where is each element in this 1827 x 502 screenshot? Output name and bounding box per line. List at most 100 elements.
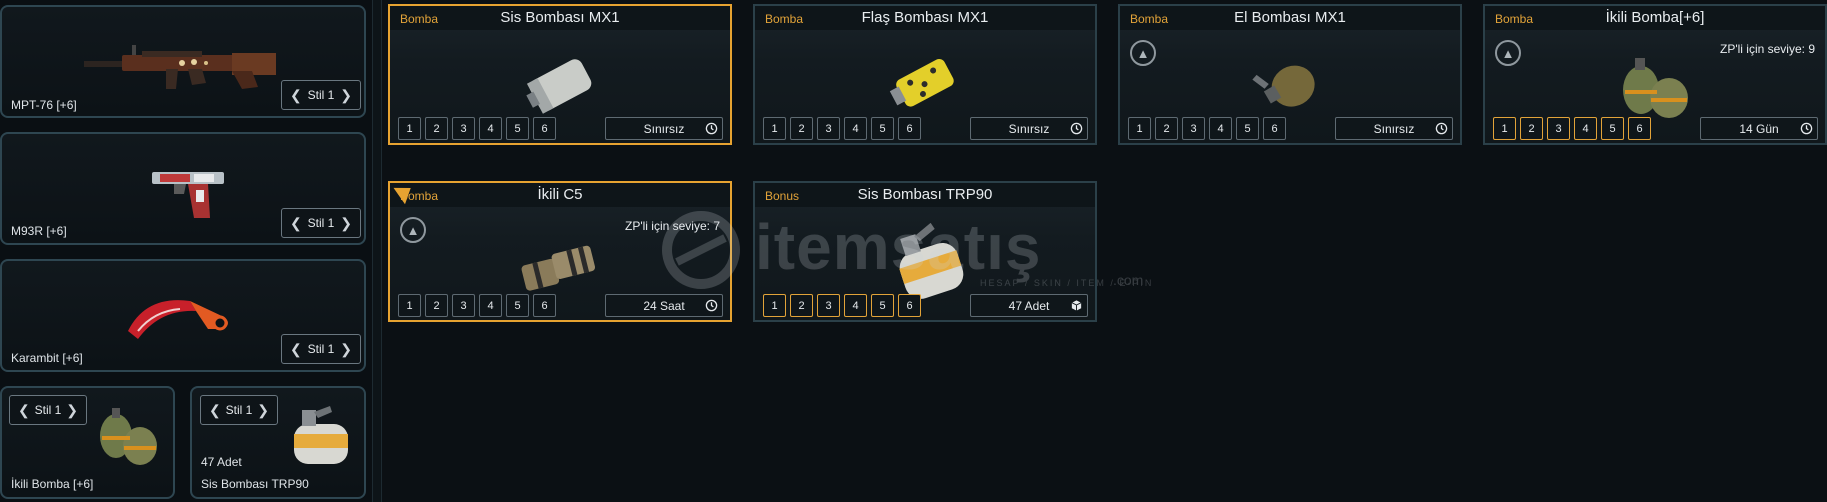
knife-icon <box>128 300 228 339</box>
frag-grenade-icon <box>1252 65 1315 107</box>
level-row: 1 2 3 4 5 6 <box>1128 117 1286 140</box>
level-button[interactable]: 2 <box>1520 117 1543 140</box>
level-button[interactable]: 2 <box>425 294 448 317</box>
level-button[interactable]: 1 <box>763 117 786 140</box>
upgrade-arrow-icon[interactable]: ▲ <box>400 217 426 243</box>
level-button[interactable]: 5 <box>871 117 894 140</box>
slot-label: Sis Bombası TRP90 <box>201 477 309 491</box>
level-button[interactable]: 6 <box>1263 117 1286 140</box>
item-card[interactable]: Bomba El Bombası MX1 ▲ 1 2 3 4 5 6 Sınır… <box>1118 4 1462 145</box>
level-button[interactable]: 4 <box>479 294 502 317</box>
item-count: 47 Adet <box>201 455 242 469</box>
card-title: Sis Bombası MX1 <box>500 9 620 26</box>
panel-divider <box>372 0 382 502</box>
item-card[interactable]: Bomba Flaş Bombası MX1 1 2 3 4 5 6 Sınır… <box>753 4 1097 145</box>
level-button[interactable]: 2 <box>1155 117 1178 140</box>
duration-box[interactable]: Sınırsız <box>1335 117 1453 140</box>
duration-box[interactable]: Sınırsız <box>605 117 723 140</box>
clock-icon <box>1070 122 1083 135</box>
chevron-right-icon[interactable]: ❯ <box>340 87 352 104</box>
slot-label: Karambit [+6] <box>11 351 83 365</box>
level-button[interactable]: 2 <box>790 117 813 140</box>
twin-grenade-icon <box>1623 58 1688 118</box>
level-row: 1 2 3 4 5 6 <box>763 117 921 140</box>
level-button[interactable]: 3 <box>452 294 475 317</box>
loadout-slot-melee[interactable]: Karambit [+6] ❮ Stil 1 ❯ <box>0 259 366 372</box>
slot-label: MPT-76 [+6] <box>11 98 77 112</box>
level-button[interactable]: 3 <box>1182 117 1205 140</box>
upgrade-arrow-icon[interactable]: ▲ <box>1495 40 1521 66</box>
level-button[interactable]: 1 <box>398 294 421 317</box>
level-button[interactable]: 4 <box>844 294 867 317</box>
level-button[interactable]: 2 <box>790 294 813 317</box>
level-button[interactable]: 4 <box>1209 117 1232 140</box>
chevron-left-icon[interactable]: ❮ <box>209 402 221 419</box>
loadout-panel: MPT-76 [+6] ❮ Stil 1 ❯ M93R [+6] ❮ Stil … <box>0 0 372 502</box>
card-title: Sis Bombası TRP90 <box>857 186 993 203</box>
quantity-label: 47 Adet <box>1008 298 1050 313</box>
level-button[interactable]: 5 <box>1236 117 1259 140</box>
level-button[interactable]: 3 <box>817 117 840 140</box>
style-selector[interactable]: ❮ Stil 1 ❯ <box>9 395 87 425</box>
duration-box[interactable]: 24 Saat <box>605 294 723 317</box>
loadout-slot-grenade[interactable]: ❮ Stil 1 ❯ İkili Bomba [+6] <box>0 386 175 499</box>
level-button[interactable]: 4 <box>844 117 867 140</box>
loadout-slot-secondary[interactable]: M93R [+6] ❮ Stil 1 ❯ <box>0 132 366 245</box>
style-selector[interactable]: ❮ Stil 1 ❯ <box>281 80 361 110</box>
duration-box[interactable]: 14 Gün <box>1700 117 1818 140</box>
card-title: İkili C5 <box>537 186 583 203</box>
chevron-right-icon[interactable]: ❯ <box>340 341 352 358</box>
chevron-left-icon[interactable]: ❮ <box>18 402 30 419</box>
chevron-left-icon[interactable]: ❮ <box>290 341 302 358</box>
level-button[interactable]: 1 <box>398 117 421 140</box>
upgrade-arrow-icon[interactable]: ▲ <box>1130 40 1156 66</box>
level-row: 1 2 3 4 5 6 <box>763 294 921 317</box>
style-selector[interactable]: ❮ Stil 1 ❯ <box>200 395 278 425</box>
level-button[interactable]: 5 <box>506 294 529 317</box>
level-button[interactable]: 5 <box>871 294 894 317</box>
smoke-grenade-icon <box>899 223 964 299</box>
style-label: Stil 1 <box>307 88 335 102</box>
level-button[interactable]: 6 <box>533 294 556 317</box>
level-button[interactable]: 1 <box>1128 117 1151 140</box>
level-button[interactable]: 6 <box>1628 117 1651 140</box>
level-button[interactable]: 6 <box>533 117 556 140</box>
chevron-right-icon[interactable]: ❯ <box>340 215 352 232</box>
duration-box[interactable]: Sınırsız <box>970 117 1088 140</box>
item-card[interactable]: Bomba Sis Bombası MX1 1 2 3 4 5 6 Sınırs… <box>388 4 732 145</box>
level-button[interactable]: 4 <box>479 117 502 140</box>
clock-icon <box>1435 122 1448 135</box>
loadout-slot-primary[interactable]: MPT-76 [+6] ❮ Stil 1 ❯ <box>0 5 366 118</box>
level-button[interactable]: 6 <box>898 117 921 140</box>
item-card[interactable]: Bonus Sis Bombası TRP90 1 2 3 4 5 6 47 A… <box>753 181 1097 322</box>
level-button[interactable]: 3 <box>1547 117 1570 140</box>
level-button[interactable]: 5 <box>1601 117 1624 140</box>
card-title: Flaş Bombası MX1 <box>861 9 989 26</box>
chevron-left-icon[interactable]: ❮ <box>290 215 302 232</box>
chevron-right-icon[interactable]: ❯ <box>257 402 269 419</box>
chevron-left-icon[interactable]: ❮ <box>290 87 302 104</box>
level-button[interactable]: 6 <box>898 294 921 317</box>
chevron-right-icon[interactable]: ❯ <box>66 402 78 419</box>
c4-explosive-icon <box>521 245 596 291</box>
box-icon <box>1071 300 1082 311</box>
style-selector[interactable]: ❮ Stil 1 ❯ <box>281 334 361 364</box>
level-button[interactable]: 3 <box>817 294 840 317</box>
duration-label: Sınırsız <box>643 121 685 136</box>
item-card[interactable]: Bomba İkili C5 ▲ ZP'li için seviye: 7 1 … <box>388 181 732 322</box>
card-title: El Bombası MX1 <box>1234 9 1346 26</box>
level-row: 1 2 3 4 5 6 <box>1493 117 1651 140</box>
duration-label: 14 Gün <box>1739 121 1779 136</box>
rifle-icon <box>84 45 276 89</box>
level-button[interactable]: 4 <box>1574 117 1597 140</box>
level-button[interactable]: 3 <box>452 117 475 140</box>
level-button[interactable]: 5 <box>506 117 529 140</box>
item-card[interactable]: Bomba İkili Bomba[+6] ▲ ZP'li için seviy… <box>1483 4 1827 145</box>
quantity-box[interactable]: 47 Adet <box>970 294 1088 317</box>
level-button[interactable]: 1 <box>1493 117 1516 140</box>
level-button[interactable]: 1 <box>763 294 786 317</box>
level-button[interactable]: 2 <box>425 117 448 140</box>
style-selector[interactable]: ❮ Stil 1 ❯ <box>281 208 361 238</box>
loadout-slot-bonus[interactable]: ❮ Stil 1 ❯ 47 Adet Sis Bombası TRP90 <box>190 386 366 499</box>
style-label: Stil 1 <box>307 342 335 356</box>
